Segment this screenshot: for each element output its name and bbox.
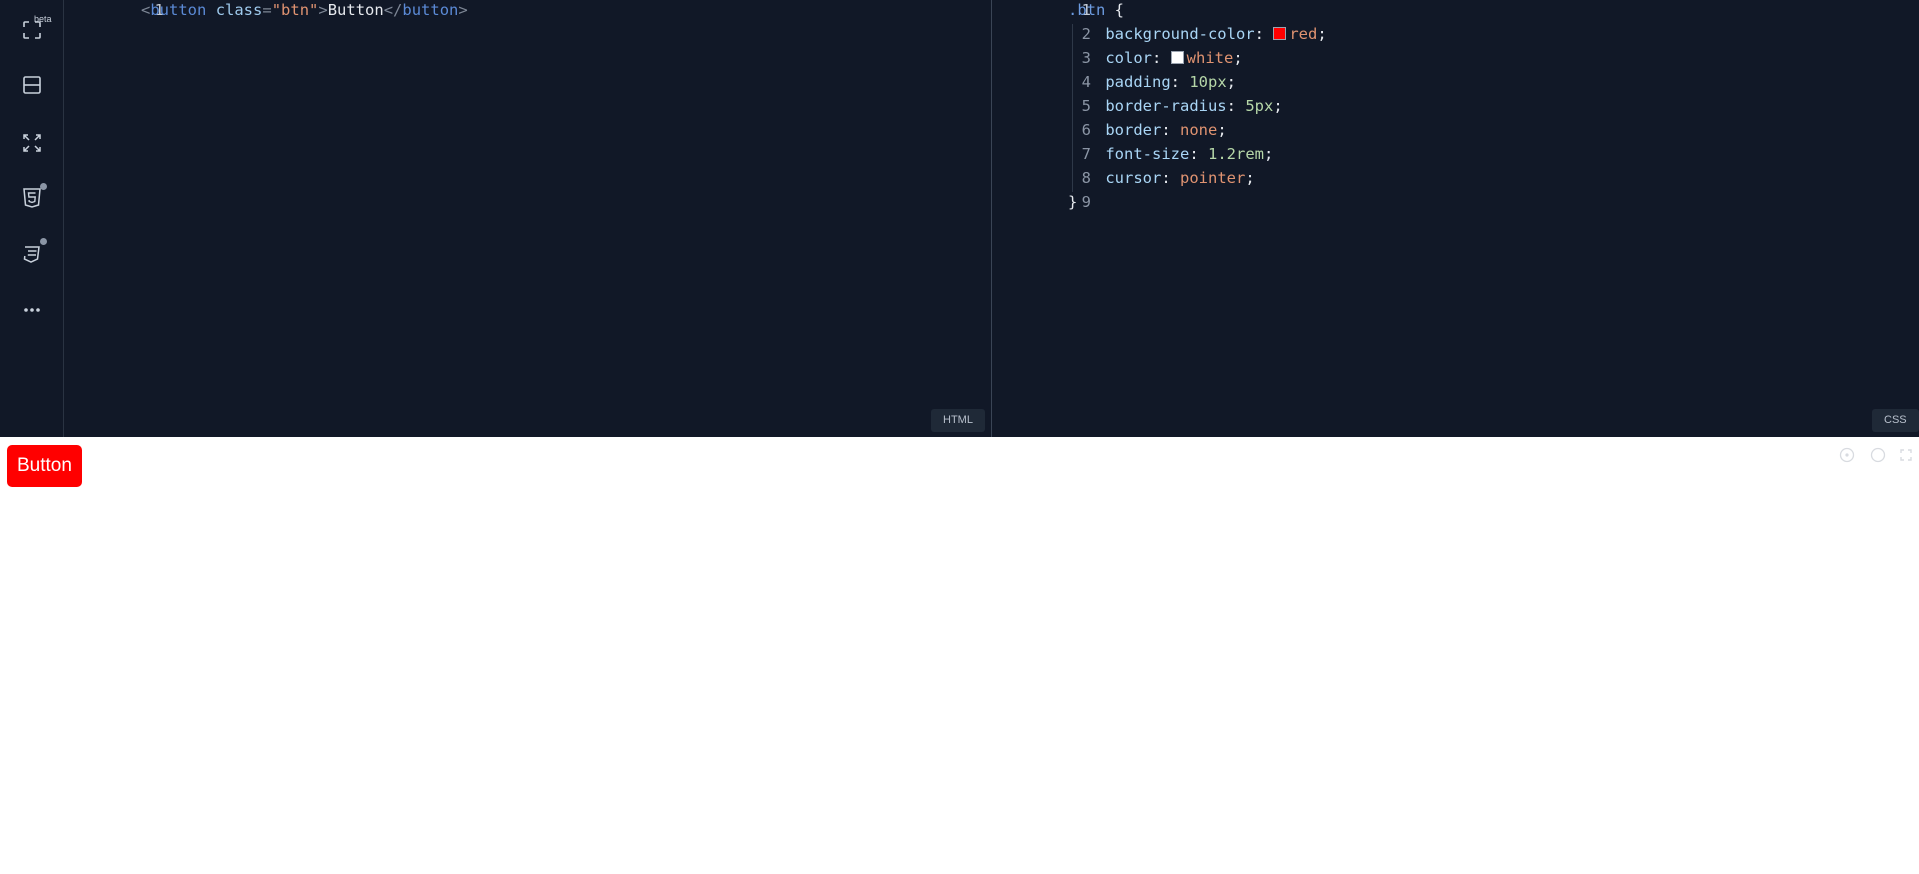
- code-text[interactable]: <button class="btn">Button</button>: [141, 0, 468, 22]
- css3-icon: [23, 246, 40, 263]
- code-token: border: [1068, 121, 1162, 139]
- code-token: ;: [1273, 97, 1283, 115]
- code-token: .btn: [1068, 1, 1106, 19]
- code-token: :: [1152, 49, 1171, 67]
- target-icon[interactable]: [1839, 447, 1855, 463]
- code-token: border-radius: [1068, 97, 1227, 115]
- code-token: 5px: [1245, 97, 1274, 115]
- code-token: ;: [1226, 73, 1236, 91]
- html-editor-pane[interactable]: 1 <button class="btn">Button</button> HTM…: [65, 0, 991, 437]
- code-token: :: [1226, 97, 1246, 115]
- code-text[interactable]: border: none;: [1068, 118, 1227, 142]
- code-token: font-size: [1068, 145, 1190, 163]
- code-text[interactable]: font-size: 1.2rem;: [1068, 142, 1273, 166]
- code-text[interactable]: color: white;: [1068, 46, 1243, 70]
- code-text[interactable]: cursor: pointer;: [1068, 166, 1255, 190]
- split-layout-button[interactable]: [16, 69, 48, 101]
- expand-arrows-icon: [23, 134, 41, 152]
- code-token: 1.2rem: [1208, 145, 1264, 163]
- code-token: >: [458, 1, 468, 19]
- editor-area: beta 1 <button class="btn">Button</butto…: [0, 0, 1919, 437]
- expand-button[interactable]: [16, 127, 48, 159]
- line-number: 9: [1081, 193, 1091, 211]
- code-token: ;: [1264, 145, 1274, 163]
- code-token: white: [1186, 49, 1234, 67]
- code-token: ;: [1317, 25, 1327, 43]
- code-token: class: [215, 1, 263, 19]
- color-swatch[interactable]: [1273, 27, 1287, 40]
- html-status-dot: [40, 183, 47, 190]
- circle-icon[interactable]: [1870, 447, 1886, 463]
- code-token: padding: [1068, 73, 1171, 91]
- code-token: Button: [327, 1, 384, 19]
- code-token: background-color: [1068, 25, 1255, 43]
- code-token: ;: [1233, 49, 1243, 67]
- code-token: :: [1161, 169, 1180, 187]
- split-layout-icon: [23, 76, 41, 94]
- code-token: :: [1189, 145, 1208, 163]
- fullscreen-icon[interactable]: [1898, 447, 1914, 463]
- code-token: cursor: [1068, 169, 1162, 187]
- code-token: :: [1254, 25, 1274, 43]
- code-token: none: [1180, 121, 1218, 139]
- code-token: {: [1105, 1, 1124, 19]
- code-token: pointer: [1180, 169, 1246, 187]
- beta-label: beta: [34, 14, 52, 24]
- css-editor-pane[interactable]: 1 .btn {2 background-color: red; 3 color: …: [992, 0, 1919, 437]
- code-text[interactable]: background-color: red;: [1068, 22, 1327, 46]
- code-token: red: [1289, 25, 1318, 43]
- more-options-button[interactable]: [16, 294, 48, 326]
- code-token: button: [150, 1, 207, 19]
- code-token: color: [1068, 49, 1152, 67]
- html5-icon: [23, 188, 41, 208]
- code-token: }: [1068, 193, 1078, 211]
- code-text[interactable]: padding: 10px;: [1068, 70, 1236, 94]
- css-toggle-button[interactable]: [16, 237, 48, 269]
- code-text[interactable]: }: [1068, 190, 1077, 214]
- html-toggle-button[interactable]: [16, 182, 48, 214]
- code-token: ;: [1217, 121, 1227, 139]
- color-swatch[interactable]: [1170, 51, 1184, 64]
- code-token: >: [318, 1, 328, 19]
- code-token: :: [1170, 73, 1190, 91]
- code-text[interactable]: .btn {: [1068, 0, 1124, 22]
- more-dots-icon: [24, 308, 40, 312]
- code-token: button: [402, 1, 459, 19]
- code-token: <: [141, 1, 151, 19]
- html-language-badge: HTML: [931, 409, 985, 432]
- code-token: :: [1161, 121, 1180, 139]
- css-language-badge: CSS: [1872, 409, 1919, 432]
- code-token: </: [383, 1, 403, 19]
- code-token: "btn": [271, 1, 319, 19]
- code-token: ;: [1245, 169, 1255, 187]
- preview-pane: Button: [0, 437, 1919, 874]
- sidebar: beta: [0, 0, 64, 437]
- css-status-dot: [40, 238, 47, 245]
- code-token: 10px: [1189, 73, 1227, 91]
- code-text[interactable]: border-radius: 5px;: [1068, 94, 1283, 118]
- code-token: =: [262, 1, 272, 19]
- preview-button[interactable]: Button: [7, 445, 82, 487]
